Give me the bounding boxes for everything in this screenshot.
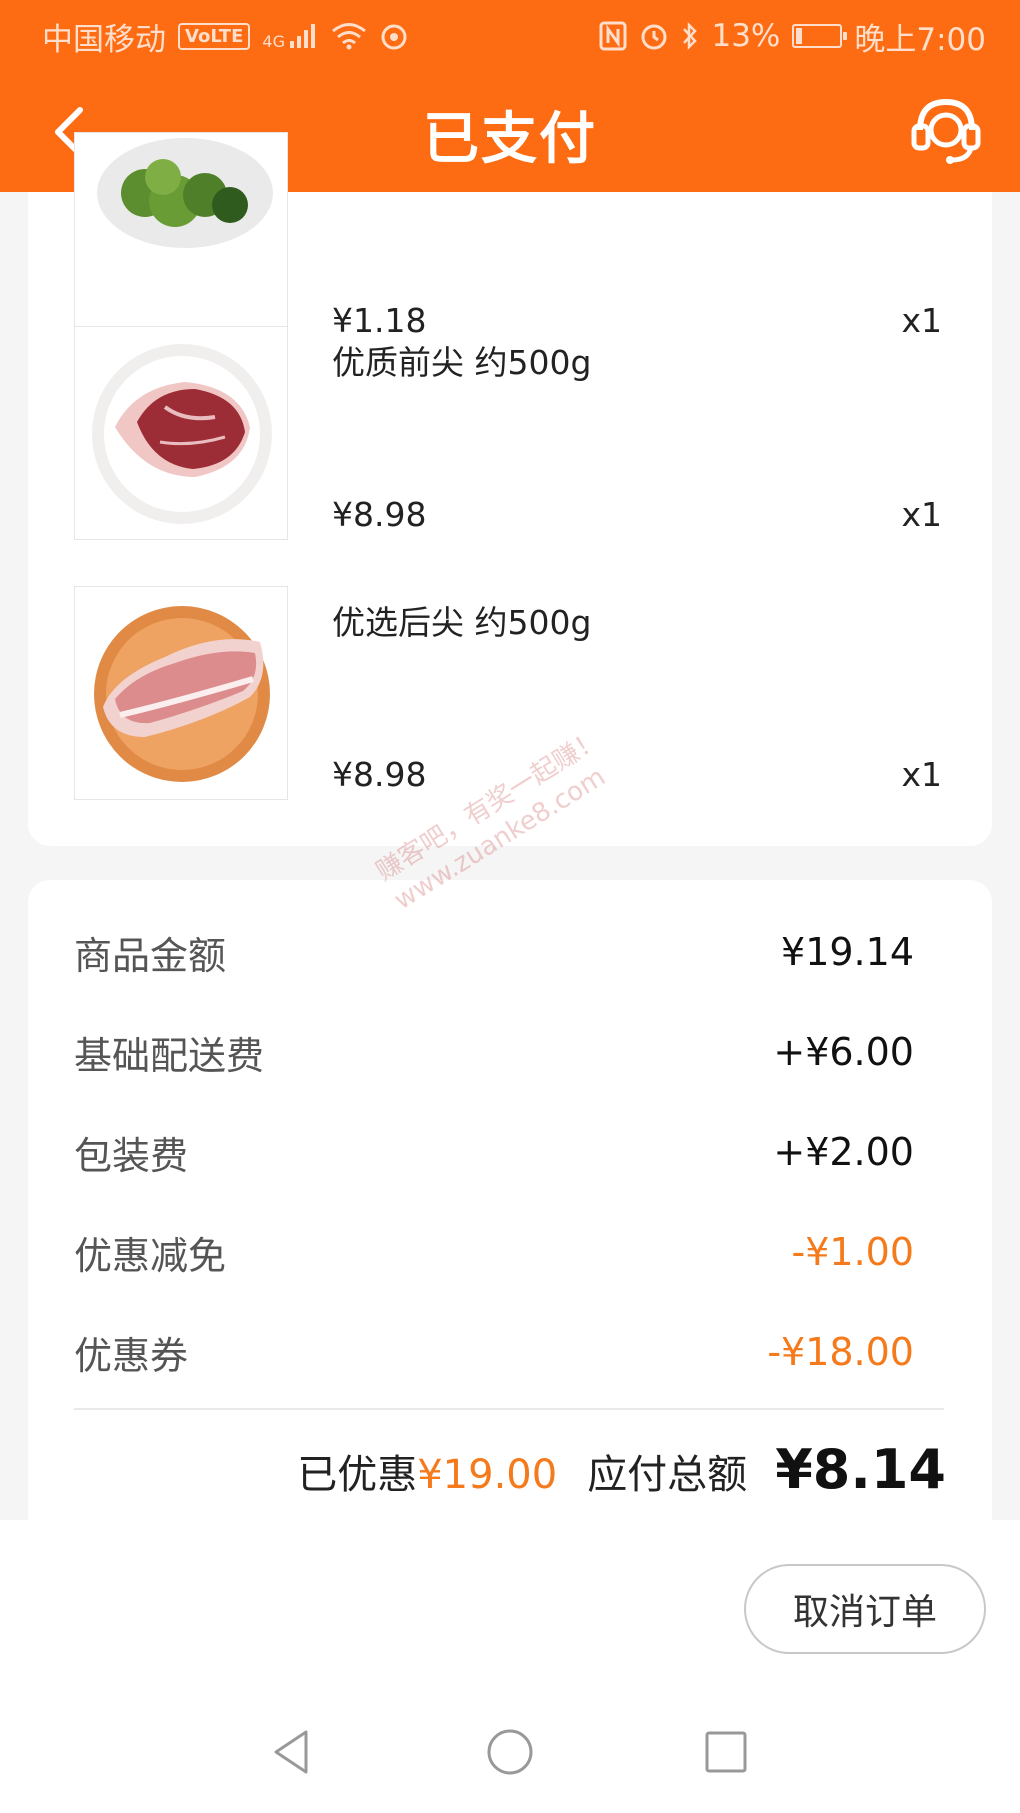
nav-recents-button[interactable] <box>696 1722 756 1782</box>
signal-icon <box>289 23 319 49</box>
action-bar: 取消订单 <box>0 1520 1020 1688</box>
product-quantity: x1 <box>901 495 942 534</box>
total-row: 已优惠 ¥19.00 应付总额 ¥8.14 <box>297 1438 946 1501</box>
summary-row-packaging-fee: 包装费 +¥2.00 <box>74 1122 914 1182</box>
total-label: 应付总额 <box>587 1452 748 1498</box>
circle-home-icon <box>487 1729 533 1775</box>
product-price: ¥8.98 <box>332 495 427 534</box>
volte-badge: VoLTE <box>178 22 251 50</box>
alarm-icon <box>639 21 669 51</box>
product-price: ¥8.98 <box>332 755 427 794</box>
summary-label: 基础配送费 <box>74 1033 265 1078</box>
nfc-icon <box>599 21 627 51</box>
status-bar: 中国移动 VoLTE 4G 13% 晚上7:00 <box>0 0 1020 72</box>
saved-amount: ¥19.00 <box>417 1452 558 1498</box>
nav-back-button[interactable] <box>262 1722 322 1782</box>
cancel-order-button[interactable]: 取消订单 <box>744 1564 986 1654</box>
triangle-back-icon <box>274 1730 308 1774</box>
product-item[interactable]: 优质前尖 约500g ¥8.98 x1 <box>74 326 942 540</box>
network-label: 4G <box>262 31 285 51</box>
price-summary-card: 商品金额 ¥19.14 基础配送费 +¥6.00 包装费 +¥2.00 优惠减免… <box>28 880 992 1520</box>
product-image-pork-front <box>74 326 288 540</box>
carrier-label: 中国移动 <box>42 21 166 58</box>
summary-label: 优惠减免 <box>74 1233 227 1278</box>
summary-row-coupon: 优惠券 -¥18.00 <box>74 1322 914 1382</box>
product-list-card: ¥1.18 x1 优质前尖 约500g ¥8.98 x1 优选后尖 约500g … <box>28 132 992 846</box>
product-name: 优选后尖 约500g <box>332 603 592 642</box>
summary-label: 包装费 <box>74 1133 189 1178</box>
summary-value: -¥18.00 <box>767 1330 914 1374</box>
square-recents-icon <box>705 1731 747 1773</box>
summary-row-discount: 优惠减免 -¥1.00 <box>74 1222 914 1282</box>
summary-row-delivery-fee: 基础配送费 +¥6.00 <box>74 1022 914 1082</box>
summary-value: +¥2.00 <box>773 1130 914 1174</box>
notification-app-icon <box>379 21 409 51</box>
battery-percent: 13% <box>711 18 781 54</box>
wifi-icon <box>331 22 367 50</box>
product-item[interactable]: 优选后尖 约500g ¥8.98 x1 <box>74 586 942 800</box>
product-item[interactable]: ¥1.18 x1 <box>74 132 942 346</box>
summary-label: 商品金额 <box>74 933 227 978</box>
saved-label: 已优惠 <box>297 1452 418 1498</box>
total-amount: ¥8.14 <box>775 1438 946 1501</box>
summary-row-subtotal: 商品金额 ¥19.14 <box>74 922 914 982</box>
summary-value: -¥1.00 <box>791 1230 915 1274</box>
bluetooth-icon <box>681 21 699 51</box>
summary-value: ¥19.14 <box>781 930 914 974</box>
clock: 晚上7:00 <box>854 21 986 58</box>
summary-label: 优惠券 <box>74 1333 189 1378</box>
nav-home-button[interactable] <box>480 1722 540 1782</box>
battery-icon <box>792 24 848 48</box>
system-nav-bar <box>0 1688 1020 1813</box>
summary-value: +¥6.00 <box>773 1030 914 1074</box>
product-quantity: x1 <box>901 755 942 794</box>
divider <box>74 1408 944 1410</box>
product-image-broccoli <box>74 132 288 346</box>
product-image-pork-rear <box>74 586 288 800</box>
product-name: 优质前尖 约500g <box>332 343 592 382</box>
battery-level <box>796 28 803 44</box>
